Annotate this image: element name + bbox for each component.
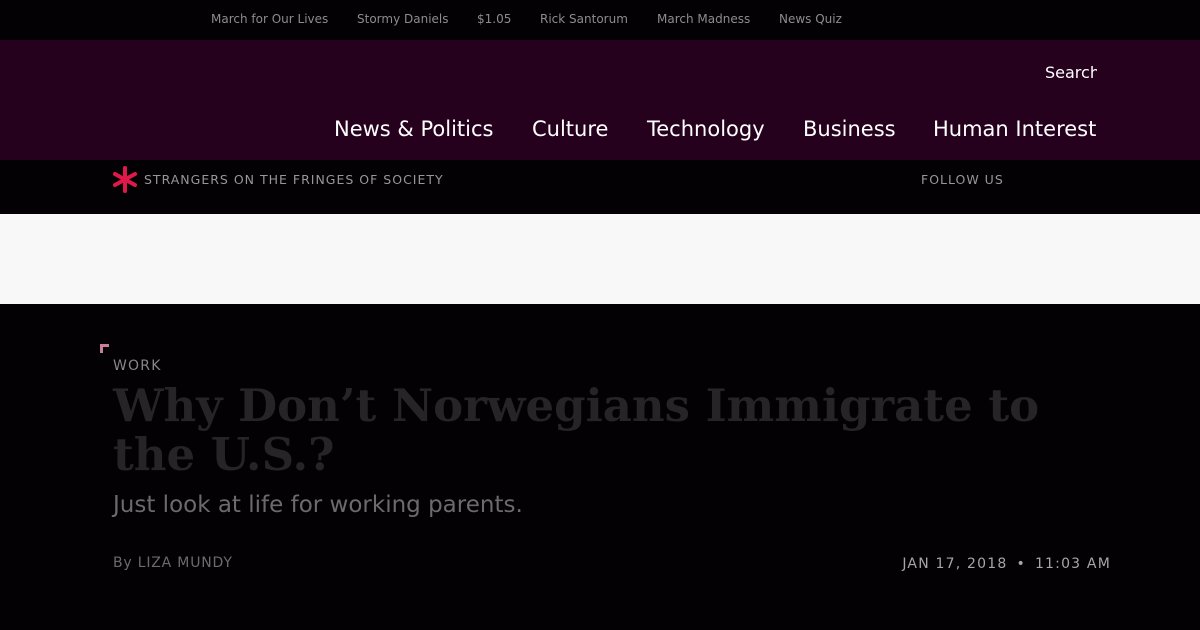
nav-item-technology[interactable]: Technology (647, 117, 765, 141)
ad-slot (0, 214, 1200, 304)
article-header: WORK Why Don’t Norwegians Immigrate to t… (0, 304, 1200, 630)
date-separator: • (1016, 556, 1026, 572)
article-headline: Why Don’t Norwegians Immigrate to the U.… (113, 379, 1040, 481)
trending-link-1[interactable]: March for Our Lives (211, 12, 328, 26)
nav-item-human-interest[interactable]: Human Interest (933, 117, 1096, 141)
nav-item-news-politics[interactable]: News & Politics (334, 117, 493, 141)
publish-date: JAN 17, 2018 (902, 556, 1008, 572)
trending-link-5[interactable]: March Madness (657, 12, 750, 26)
search-button[interactable]: Search (1045, 63, 1097, 82)
trending-link-4[interactable]: Rick Santorum (540, 12, 628, 26)
masthead: Search News & Politics Culture Technolog… (0, 40, 1200, 160)
byline-prefix: By (113, 555, 133, 571)
section-title: STRANGERS ON THE FRINGES OF SOCIETY (144, 172, 444, 187)
dateline: JAN 17, 2018 • 11:03 AM (902, 556, 1111, 572)
trending-link-2[interactable]: Stormy Daniels (357, 12, 449, 26)
byline: By LIZA MUNDY (113, 555, 233, 571)
author-link[interactable]: LIZA MUNDY (138, 555, 233, 571)
nav-item-culture[interactable]: Culture (532, 117, 608, 141)
asterisk-logo-icon[interactable] (113, 166, 137, 193)
section-bar: STRANGERS ON THE FRINGES OF SOCIETY FOLL… (0, 160, 1200, 214)
publish-time: 11:03 AM (1034, 556, 1111, 572)
article-dek: Just look at life for working parents. (113, 492, 523, 518)
article-kicker[interactable]: WORK (113, 358, 162, 374)
trending-link-6[interactable]: News Quiz (779, 12, 842, 26)
trending-bar: March for Our Lives Stormy Daniels $1.05… (0, 0, 1200, 40)
trending-link-3[interactable]: $1.05 (477, 12, 511, 26)
nav-item-business[interactable]: Business (803, 117, 896, 141)
follow-us-button[interactable]: FOLLOW US (921, 172, 1004, 187)
corner-bracket-icon (100, 344, 109, 353)
